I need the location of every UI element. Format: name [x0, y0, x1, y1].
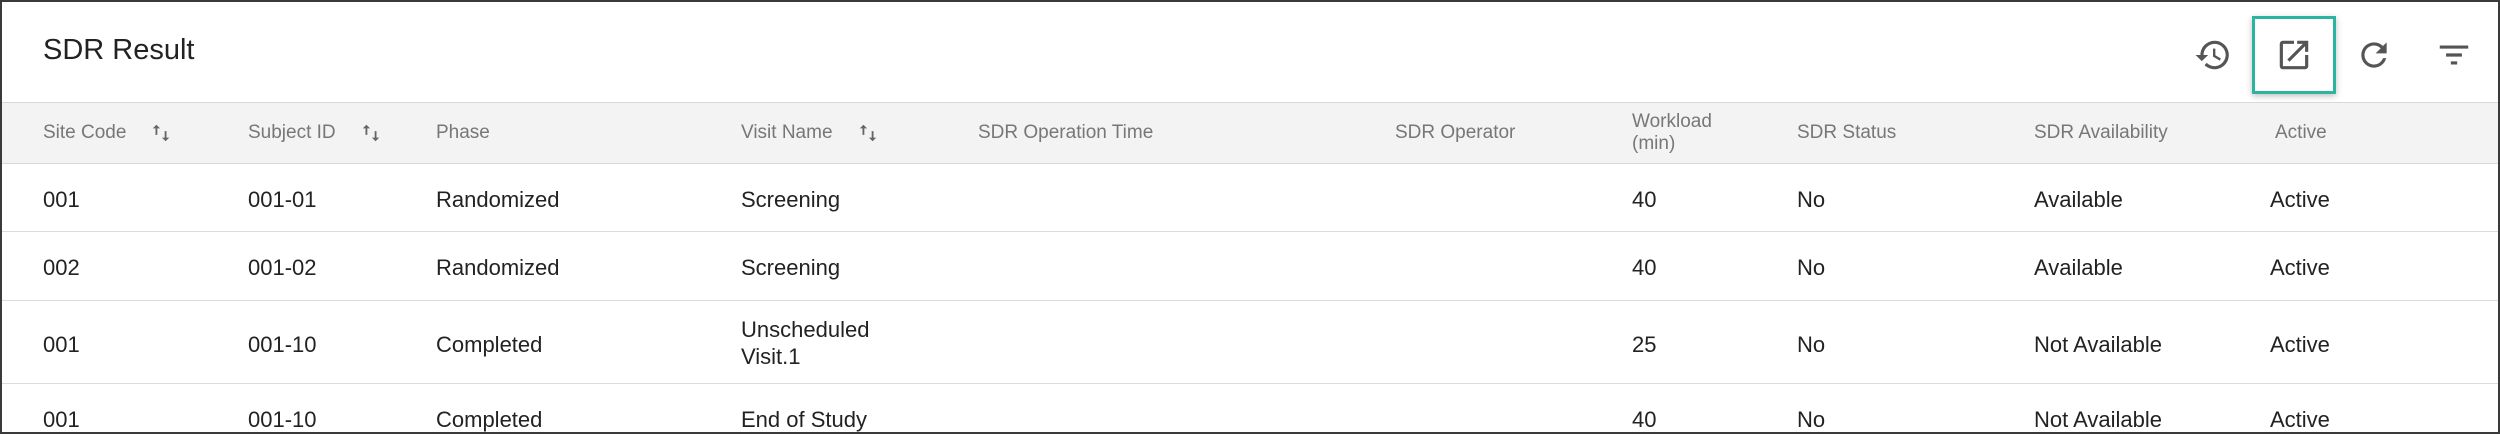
- cell-active: Active: [2270, 332, 2330, 357]
- column-header-visit-name[interactable]: Visit Name: [741, 103, 879, 163]
- column-header-site-code[interactable]: Site Code: [43, 103, 172, 163]
- open-in-new-icon: [2279, 40, 2309, 70]
- cell-sdr-status: No: [1797, 187, 1826, 212]
- refresh-button[interactable]: [2336, 22, 2412, 88]
- cell-active: Active: [2270, 255, 2330, 280]
- cell-sdr-status: No: [1797, 255, 1826, 280]
- cell-visit-name: Unscheduled Visit.1: [741, 316, 869, 370]
- cell-subject-id: 001-10: [248, 407, 317, 432]
- cell-phase: Randomized: [436, 187, 560, 212]
- cell-workload: 25: [1632, 332, 1657, 357]
- column-header-sdr-operation-time: SDR Operation Time: [978, 103, 1153, 163]
- cell-active: Active: [2270, 187, 2330, 212]
- table-row[interactable]: 002 001-02 Randomized Screening 40 No Av…: [2, 232, 2498, 301]
- cell-phase: Completed: [436, 407, 543, 432]
- column-header-sdr-availability: SDR Availability: [2034, 103, 2168, 163]
- column-label: Active: [2275, 122, 2327, 143]
- filter-icon: [2439, 45, 2469, 65]
- column-label: SDR Operation Time: [978, 122, 1154, 143]
- cell-subject-id: 001-02: [248, 255, 317, 280]
- column-label: SDR Availability: [2034, 122, 2168, 143]
- column-header-sdr-status: SDR Status: [1797, 103, 1896, 163]
- cell-site-code: 001: [43, 332, 80, 357]
- column-label: Visit Name: [741, 122, 833, 143]
- cell-sdr-availability: Not Available: [2034, 332, 2163, 357]
- cell-visit-name-line1: Unscheduled: [741, 317, 870, 342]
- column-header-active: Active: [2275, 103, 2327, 163]
- cell-visit-name: Screening: [741, 255, 841, 280]
- column-header-subject-id[interactable]: Subject ID: [248, 103, 382, 163]
- column-label: Workload: [1632, 111, 1712, 132]
- cell-sdr-status: No: [1797, 407, 1826, 432]
- cell-visit-name: End of Study: [741, 407, 867, 432]
- sort-icon[interactable]: [360, 122, 382, 144]
- column-label: Subject ID: [248, 122, 336, 143]
- column-label-unit: (min): [1632, 133, 1676, 154]
- cell-site-code: 001: [43, 187, 80, 212]
- cell-sdr-availability: Available: [2034, 255, 2123, 280]
- column-label: Phase: [436, 122, 490, 143]
- cell-site-code: 001: [43, 407, 80, 432]
- cell-subject-id: 001-10: [248, 332, 317, 357]
- open-in-new-button[interactable]: [2252, 16, 2336, 94]
- cell-sdr-status: No: [1797, 332, 1826, 357]
- sdr-result-panel: SDR Result Site Code Subject ID Phase Vi…: [0, 0, 2500, 434]
- sort-icon[interactable]: [150, 122, 172, 144]
- column-label: SDR Operator: [1395, 122, 1516, 143]
- cell-workload: 40: [1632, 255, 1657, 280]
- refresh-icon: [2361, 42, 2387, 68]
- table-row[interactable]: 001 001-01 Randomized Screening 40 No Av…: [2, 163, 2498, 232]
- filter-button[interactable]: [2416, 22, 2492, 88]
- history-button[interactable]: [2175, 22, 2251, 88]
- table-row[interactable]: 001 001-10 Completed Unscheduled Visit.1…: [2, 301, 2498, 384]
- cell-phase: Completed: [436, 332, 543, 357]
- column-header-sdr-operator: SDR Operator: [1395, 103, 1515, 163]
- sort-icon[interactable]: [857, 122, 879, 144]
- history-icon: [2195, 40, 2229, 70]
- page-title: SDR Result: [43, 34, 195, 66]
- cell-visit-name-line2: Visit.1: [741, 344, 801, 369]
- cell-visit-name: Screening: [741, 187, 841, 212]
- column-label: SDR Status: [1797, 122, 1897, 143]
- column-label: Site Code: [43, 122, 127, 143]
- cell-subject-id: 001-01: [248, 187, 317, 212]
- table-header: Site Code Subject ID Phase Visit Name SD…: [2, 102, 2498, 164]
- cell-sdr-availability: Available: [2034, 187, 2123, 212]
- cell-workload: 40: [1632, 407, 1657, 432]
- cell-active: Active: [2270, 407, 2330, 432]
- cell-site-code: 002: [43, 255, 80, 280]
- cell-phase: Randomized: [436, 255, 560, 280]
- column-header-phase: Phase: [436, 103, 490, 163]
- cell-workload: 40: [1632, 187, 1657, 212]
- column-header-workload: Workload (min): [1632, 103, 1712, 163]
- table-row[interactable]: 001 001-10 Completed End of Study 40 No …: [2, 384, 2498, 432]
- cell-sdr-availability: Not Available: [2034, 407, 2163, 432]
- panel-header: SDR Result: [2, 2, 2498, 102]
